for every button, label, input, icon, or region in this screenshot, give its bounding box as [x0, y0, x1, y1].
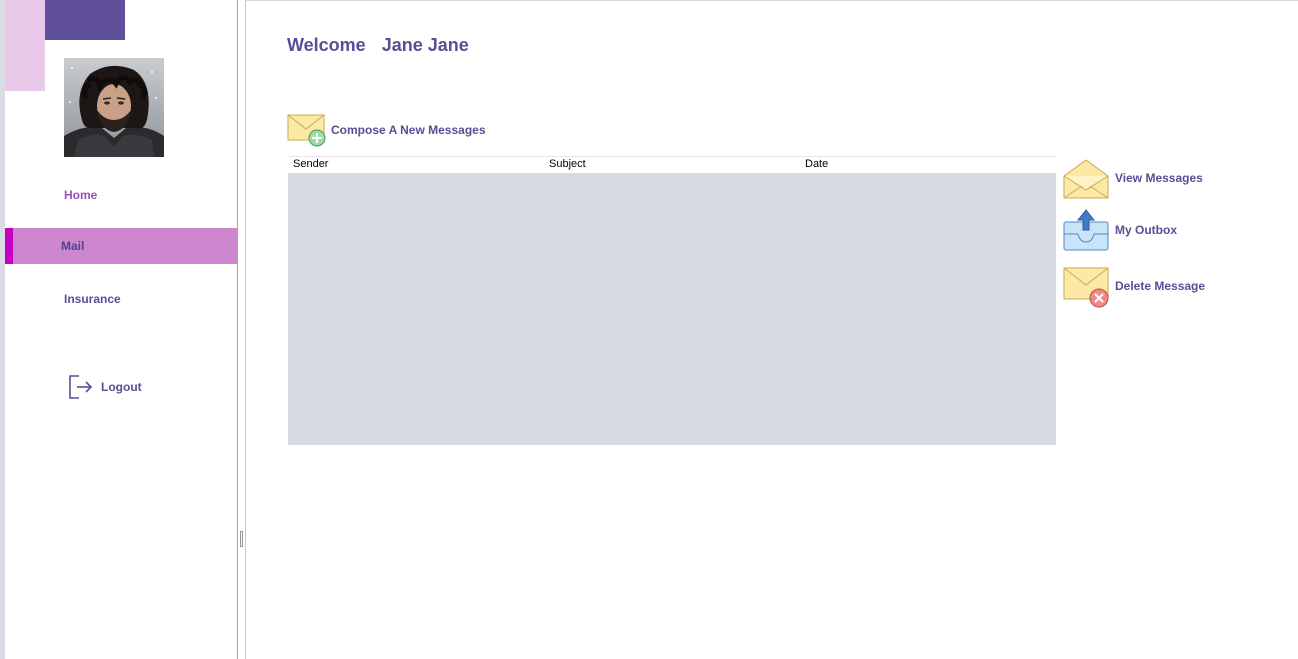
decor-pink-block — [5, 0, 45, 91]
avatar — [64, 58, 164, 157]
welcome-label: Welcome — [287, 35, 366, 55]
avatar-photo — [64, 58, 164, 157]
messages-grid-header: Sender Subject Date — [288, 156, 1056, 173]
sidebar-item-insurance[interactable]: Insurance — [5, 281, 237, 317]
decor-purple-block — [45, 0, 125, 40]
compose-label: Compose A New Messages — [331, 123, 486, 137]
column-header-sender[interactable]: Sender — [293, 158, 328, 170]
delete-message-label: Delete Message — [1115, 279, 1206, 293]
column-header-subject[interactable]: Subject — [549, 158, 586, 170]
my-outbox-label: My Outbox — [1115, 223, 1177, 237]
page-title: Welcome Jane Jane — [287, 35, 469, 56]
compose-button[interactable]: Compose A New Messages — [287, 112, 486, 148]
logout-label: Logout — [101, 380, 142, 394]
main-content: Welcome Jane Jane Compose A New Messages … — [246, 0, 1298, 659]
column-header-date[interactable]: Date — [805, 158, 828, 170]
my-outbox-button[interactable]: My Outbox — [1063, 208, 1177, 252]
app-window: Home Mail Insurance Logout Welcome Jane J… — [0, 0, 1298, 659]
open-envelope-icon — [1063, 159, 1109, 199]
outbox-tray-icon — [1063, 209, 1109, 251]
logout-icon — [69, 375, 93, 399]
logout-button[interactable]: Logout — [68, 373, 142, 401]
delete-message-button[interactable]: Delete Message — [1063, 264, 1205, 308]
pane-splitter[interactable] — [237, 0, 246, 659]
sidebar: Home Mail Insurance Logout — [5, 0, 237, 659]
active-indicator — [5, 228, 13, 264]
sidebar-item-label: Insurance — [64, 292, 121, 306]
envelope-plus-icon — [287, 114, 326, 147]
envelope-delete-icon — [1063, 267, 1109, 308]
view-messages-button[interactable]: View Messages — [1063, 156, 1203, 200]
messages-grid[interactable] — [288, 173, 1056, 445]
user-name: Jane Jane — [381, 35, 469, 55]
sidebar-item-home[interactable]: Home — [5, 177, 237, 213]
sidebar-item-label: Home — [64, 188, 98, 202]
splitter-grip[interactable] — [240, 531, 243, 547]
sidebar-item-mail[interactable]: Mail — [5, 228, 237, 264]
sidebar-item-label: Mail — [61, 239, 85, 253]
view-messages-label: View Messages — [1115, 171, 1203, 185]
